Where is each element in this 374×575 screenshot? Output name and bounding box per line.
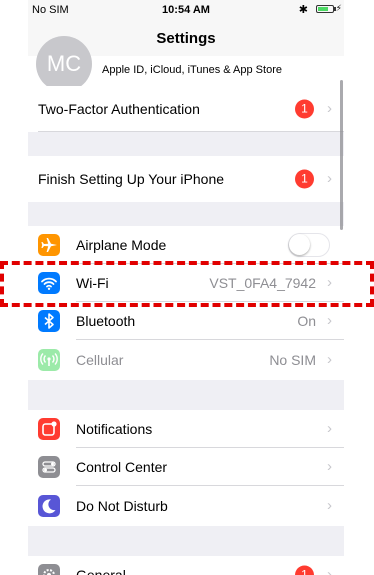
- cellular-status: No SIM: [269, 352, 316, 368]
- cellular-row[interactable]: Cellular No SIM ›: [28, 340, 344, 380]
- battery-icon: [316, 5, 336, 13]
- finish-setup-row[interactable]: Finish Setting Up Your iPhone 1 ›: [28, 156, 344, 202]
- notifications-icon: [38, 418, 60, 440]
- finish-setup-label: Finish Setting Up Your iPhone: [38, 171, 225, 187]
- chevron-right-icon: ›: [327, 351, 332, 369]
- moon-icon: [38, 495, 60, 517]
- bluetooth-icon: [38, 310, 60, 332]
- iphone-screen: No SIM 10:54 AM ✱ ⚡ Settings MC Apple ID…: [28, 0, 344, 575]
- wifi-row[interactable]: Wi-Fi VST_0FA4_7942 ›: [28, 264, 344, 302]
- chevron-right-icon: ›: [327, 274, 332, 292]
- control-center-label: Control Center: [76, 459, 168, 475]
- bluetooth-label: Bluetooth: [76, 313, 136, 329]
- bluetooth-status: On: [297, 313, 316, 329]
- two-factor-row[interactable]: Two-Factor Authentication 1 ›: [28, 86, 344, 132]
- do-not-disturb-label: Do Not Disturb: [76, 498, 168, 514]
- chevron-right-icon: ›: [327, 312, 332, 330]
- general-label: General: [76, 567, 126, 575]
- finish-setup-badge: 1: [295, 169, 314, 189]
- bluetooth-row[interactable]: Bluetooth On ›: [28, 302, 344, 340]
- scrollbar[interactable]: [340, 80, 343, 230]
- two-factor-label: Two-Factor Authentication: [38, 101, 200, 117]
- status-bar: No SIM 10:54 AM ✱ ⚡: [28, 0, 344, 20]
- apple-id-subtitle: Apple ID, iCloud, iTunes & App Store: [102, 64, 282, 76]
- general-row[interactable]: General 1 ›: [28, 556, 344, 575]
- bluetooth-status-icon: ✱: [298, 4, 308, 16]
- airplane-mode-row: Airplane Mode: [28, 226, 344, 264]
- chevron-right-icon: ›: [327, 497, 332, 515]
- wifi-icon: [38, 272, 60, 294]
- chevron-right-icon: ›: [327, 566, 332, 575]
- two-factor-badge: 1: [295, 99, 314, 119]
- do-not-disturb-row[interactable]: Do Not Disturb ›: [28, 486, 344, 526]
- general-badge: 1: [295, 565, 314, 575]
- wifi-network-name: VST_0FA4_7942: [209, 275, 316, 291]
- control-center-icon: [38, 456, 60, 478]
- airplane-mode-toggle[interactable]: [288, 233, 330, 257]
- status-time: 10:54 AM: [162, 4, 210, 16]
- apple-id-row[interactable]: MC Apple ID, iCloud, iTunes & App Store: [28, 36, 344, 92]
- notifications-label: Notifications: [76, 421, 153, 437]
- chevron-right-icon: ›: [327, 458, 332, 476]
- chevron-right-icon: ›: [327, 100, 332, 118]
- wifi-label: Wi-Fi: [76, 275, 109, 291]
- cellular-icon: [38, 349, 60, 371]
- airplane-icon: [38, 234, 60, 256]
- airplane-mode-label: Airplane Mode: [76, 237, 167, 253]
- gear-icon: [38, 564, 60, 575]
- avatar: MC: [36, 36, 92, 92]
- notifications-row[interactable]: Notifications ›: [28, 410, 344, 448]
- charging-icon: ⚡: [335, 3, 342, 13]
- chevron-right-icon: ›: [327, 170, 332, 188]
- cellular-label: Cellular: [76, 352, 124, 368]
- chevron-right-icon: ›: [327, 420, 332, 438]
- control-center-row[interactable]: Control Center ›: [28, 448, 344, 486]
